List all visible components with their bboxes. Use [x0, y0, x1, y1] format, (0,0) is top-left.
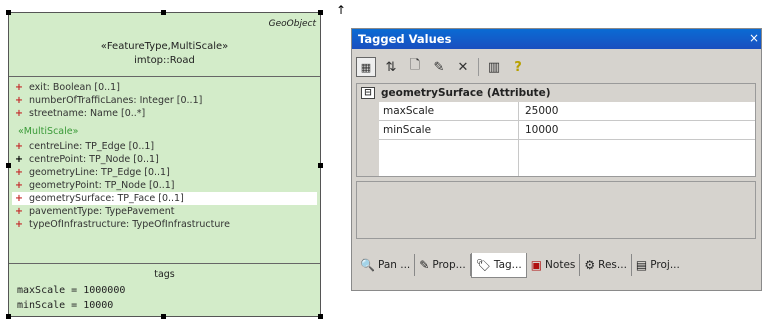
property-row[interactable]: maxScale 25000	[379, 102, 755, 121]
empty-row	[379, 140, 755, 176]
attribute-text: typeOfInfrastructure: TypeOfInfrastructu…	[29, 219, 230, 230]
uml-class-box[interactable]: GeoObject «FeatureType,MultiScale» imtop…	[6, 10, 323, 319]
help-icon[interactable]: ?	[509, 58, 527, 76]
attribute-row[interactable]: + numberOfTrafficLanes: Integer [0..1]	[15, 94, 314, 107]
resources-icon: ⚙	[584, 258, 596, 272]
attribute-text: streetname: Name [0..*]	[29, 108, 146, 119]
tab-label: Pan ...	[377, 259, 411, 271]
attribute-row[interactable]: + typeOfInfrastructure: TypeOfInfrastruc…	[15, 218, 314, 231]
resize-handle[interactable]	[318, 163, 323, 168]
collapse-icon[interactable]: ⊟	[361, 87, 375, 99]
toolbar: ▦ ⇅ 🗋 ✎ ✕ ▥ ?	[356, 55, 757, 79]
public-marker: +	[15, 95, 23, 106]
property-name: minScale	[379, 121, 519, 139]
attribute-text: geometryPoint: TP_Node [0..1]	[29, 180, 175, 191]
delete-icon[interactable]: ✕	[454, 58, 472, 76]
tab-label: Tag...	[493, 258, 522, 271]
group-label: geometrySurface (Attribute)	[381, 87, 551, 99]
public-marker: +	[15, 141, 23, 152]
tagged-values-grid: ⊟ geometrySurface (Attribute) maxScale 2…	[356, 83, 756, 177]
notes-icon: ▣	[530, 258, 543, 272]
tab-resources[interactable]: ⚙ Res...	[580, 254, 632, 276]
attribute-row[interactable]: + streetname: Name [0..*]	[15, 107, 314, 120]
close-icon[interactable]: ×	[749, 31, 759, 45]
group-row[interactable]: ⊟ geometrySurface (Attribute)	[357, 84, 755, 102]
property-row[interactable]: minScale 10000	[379, 121, 755, 140]
description-panel	[356, 181, 756, 239]
resize-handle[interactable]	[318, 314, 323, 319]
divider	[9, 263, 320, 264]
magnifier-icon: 🔍	[360, 258, 375, 272]
tags-compartment-header: tags	[154, 269, 175, 280]
attribute-row[interactable]: + centreLine: TP_Edge [0..1]	[15, 140, 314, 153]
attribute-row-selected[interactable]: + geometrySurface: TP_Face [0..1]	[12, 192, 317, 205]
attribute-text: exit: Boolean [0..1]	[29, 82, 120, 93]
grid-gutter	[357, 102, 379, 176]
property-value[interactable]: 10000	[519, 121, 558, 139]
tab-label: Notes	[545, 259, 576, 271]
public-marker: +	[15, 82, 23, 93]
attribute-text: centreLine: TP_Edge [0..1]	[29, 141, 155, 152]
mouse-pointer-icon: ↑	[336, 3, 347, 17]
public-marker: +	[15, 180, 23, 191]
sort-icon[interactable]: ⇅	[382, 58, 400, 76]
toolbar-separator	[478, 58, 479, 76]
resize-handle[interactable]	[318, 10, 323, 15]
public-marker: +	[15, 206, 23, 217]
multiscale-stereotype: «MultiScale»	[18, 126, 79, 137]
public-marker: +	[15, 167, 23, 178]
project-icon: ▤	[635, 258, 648, 272]
resize-handle[interactable]	[161, 314, 166, 319]
tab-notes[interactable]: ▣ Notes	[527, 254, 581, 276]
tab-tagged-values[interactable]: 🏷 Tag...	[470, 252, 527, 278]
public-marker: +	[15, 154, 23, 165]
class-stereotype: «FeatureType,MultiScale»	[100, 41, 229, 52]
attribute-row[interactable]: + exit: Boolean [0..1]	[15, 81, 314, 94]
tab-bar: 🔍 Pan ... ✎ Prop... 🏷 Tag... ▣ Notes ⚙ R…	[356, 251, 757, 279]
attribute-text: geometrySurface: TP_Face [0..1]	[29, 193, 184, 204]
public-marker: +	[15, 219, 23, 230]
attribute-row[interactable]: + centrePoint: TP_Node [0..1]	[15, 153, 314, 166]
properties-icon: ✎	[419, 258, 430, 272]
window-title: Tagged Values	[358, 32, 452, 46]
parent-class-label: GeoObject	[268, 19, 316, 29]
tab-properties[interactable]: ✎ Prop...	[415, 254, 471, 276]
attribute-row[interactable]: + pavementType: TypePavement	[15, 205, 314, 218]
tag-line: minScale = 10000	[17, 300, 114, 311]
attribute-row[interactable]: + geometryPoint: TP_Node [0..1]	[15, 179, 314, 192]
new-tag-icon[interactable]: 🗋	[406, 58, 424, 76]
public-marker: +	[15, 193, 23, 204]
attribute-text: centrePoint: TP_Node [0..1]	[29, 154, 159, 165]
tab-project[interactable]: ▤ Proj...	[632, 254, 684, 276]
tag-line: maxScale = 1000000	[17, 285, 126, 296]
tab-pan-zoom[interactable]: 🔍 Pan ...	[356, 254, 416, 276]
property-value[interactable]: 25000	[519, 102, 558, 120]
attribute-row[interactable]: + geometryLine: TP_Edge [0..1]	[15, 166, 314, 179]
class-name: imtop::Road	[134, 55, 195, 66]
tab-label: Proj...	[650, 259, 680, 271]
tab-label: Prop...	[432, 259, 466, 271]
tab-label: Res...	[598, 259, 627, 271]
resize-handle[interactable]	[161, 10, 166, 15]
window-titlebar[interactable]: Tagged Values ×	[352, 29, 761, 49]
categorized-icon[interactable]: ▦	[356, 57, 376, 77]
attribute-text: numberOfTrafficLanes: Integer [0..1]	[29, 95, 203, 106]
public-marker: +	[15, 108, 23, 119]
divider	[9, 76, 320, 77]
resize-handle[interactable]	[6, 163, 11, 168]
property-name: maxScale	[379, 102, 519, 120]
references-icon[interactable]: ▥	[485, 58, 503, 76]
edit-icon[interactable]: ✎	[430, 58, 448, 76]
resize-handle[interactable]	[6, 10, 11, 15]
tagged-values-window: Tagged Values × ▦ ⇅ 🗋 ✎ ✕ ▥ ? ⊟ geometry…	[351, 28, 762, 291]
attribute-text: geometryLine: TP_Edge [0..1]	[29, 167, 170, 178]
resize-handle[interactable]	[6, 314, 11, 319]
attribute-text: pavementType: TypePavement	[29, 206, 175, 217]
empty-cell	[379, 140, 519, 176]
tag-icon: 🏷	[475, 257, 491, 272]
